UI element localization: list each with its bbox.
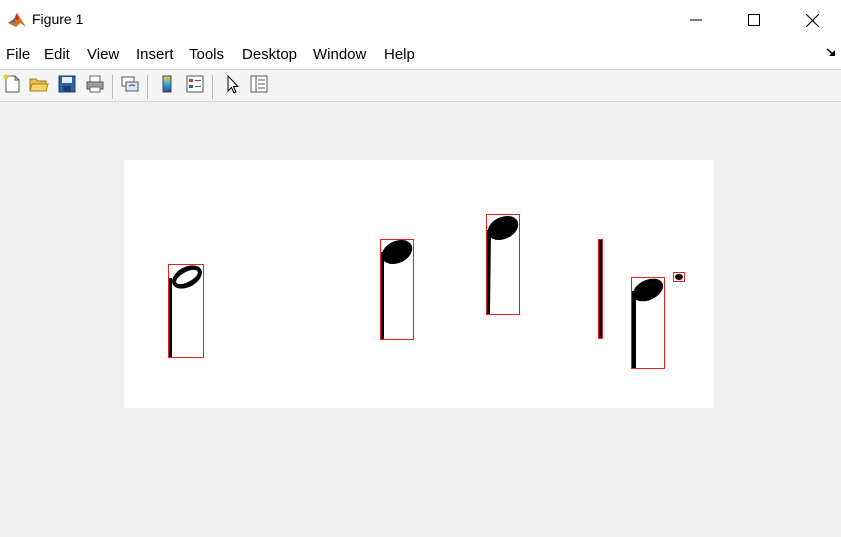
open-file-icon (29, 74, 49, 99)
minimize-icon (690, 14, 702, 26)
window-title: Figure 1 (32, 11, 84, 27)
maximize-button[interactable] (725, 0, 783, 40)
title-bar[interactable]: Figure 1 (0, 0, 841, 40)
menu-view[interactable]: View (87, 46, 119, 63)
link-plot-icon (120, 74, 140, 99)
menu-window[interactable]: Window (313, 46, 366, 63)
symbol-bar-line (598, 239, 603, 339)
matlab-logo-icon (7, 10, 27, 30)
close-button[interactable] (783, 0, 841, 40)
close-icon (805, 13, 819, 27)
toolbar-separator (147, 75, 148, 99)
save-icon (57, 74, 77, 99)
symbol-half-note (168, 264, 204, 358)
edit-plot-icon (222, 74, 242, 99)
insert-colorbar-button[interactable] (155, 75, 179, 97)
insert-legend-button[interactable] (183, 75, 207, 97)
menu-bar: File Edit View Insert Tools Desktop Wind… (0, 40, 841, 69)
open-file-button[interactable] (27, 75, 51, 97)
dot (675, 274, 683, 280)
symbol-quarter-note (380, 239, 414, 340)
note-stem (487, 230, 491, 314)
insert-colorbar-icon (157, 74, 177, 99)
save-button[interactable] (55, 75, 79, 97)
menu-file[interactable]: File (6, 46, 30, 63)
menu-insert[interactable]: Insert (136, 46, 174, 63)
maximize-icon (748, 14, 760, 26)
link-plot-button[interactable] (118, 75, 142, 97)
property-inspector-button[interactable] (247, 75, 271, 97)
print-button[interactable] (83, 75, 107, 97)
symbol-quarter-note (486, 214, 520, 315)
figure-window: Figure 1 File Edit View Insert Tools Des… (0, 0, 841, 537)
print-icon (85, 74, 105, 99)
symbol-quarter-note (631, 277, 665, 369)
new-figure-icon (2, 74, 22, 99)
menu-edit[interactable]: Edit (44, 46, 70, 63)
symbol-dot (673, 272, 685, 282)
edit-plot-button[interactable] (220, 74, 244, 99)
toolbar-separator (212, 75, 213, 99)
menu-desktop[interactable]: Desktop (242, 46, 297, 63)
note-stem (169, 278, 172, 357)
insert-legend-icon (185, 74, 205, 99)
axes-image[interactable] (124, 160, 714, 408)
property-inspector-icon (249, 74, 269, 99)
note-stem (632, 291, 636, 368)
minimize-button[interactable] (667, 0, 725, 40)
note-stem (381, 252, 384, 339)
menu-tools[interactable]: Tools (189, 46, 224, 63)
toolbar-separator (112, 75, 113, 99)
menu-help[interactable]: Help (384, 46, 415, 63)
dock-arrow-icon[interactable] (826, 46, 838, 58)
figure-toolbar (0, 69, 841, 102)
bar-line (599, 240, 602, 338)
new-figure-button[interactable] (0, 74, 24, 99)
